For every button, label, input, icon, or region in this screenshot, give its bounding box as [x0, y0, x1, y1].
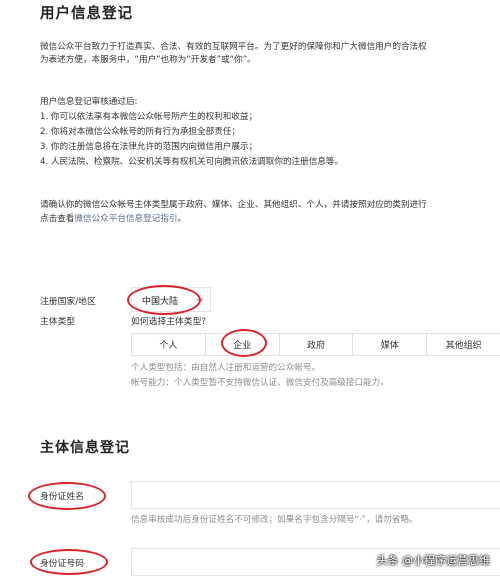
country-select[interactable]: 中国大陆 [131, 287, 211, 312]
review-item-1: 1. 你可以依法享有本微信公众帐号所产生的权利和收益； [40, 112, 258, 122]
confirm-text-line2: 点击查看微信公众平台信息登记指引。 [40, 212, 186, 226]
watermark: 头条 @小程序运营思维 [358, 552, 491, 568]
subject-option-personal[interactable]: 个人 [132, 334, 206, 355]
confirm-suffix: 。 [177, 214, 187, 224]
subject-option-enterprise[interactable]: 企业 [206, 334, 280, 355]
personal-type-ability: 帐号能力：个人类型暂不支持微信认证、微信支付及高级接口能力。 [131, 378, 389, 388]
section-title-subject-info: 主体信息登记 [40, 440, 130, 456]
review-item-4: 4. 人民法院、检察院、公安机关等有权机关可向腾讯依法调取你的注册信息等。 [40, 157, 344, 167]
subject-type-help-link[interactable]: 如何选择主体类型? [131, 314, 206, 327]
intro-text-line2: 为表述方便，本服务中，“用户”也称为“开发者”或“你”。 [40, 55, 256, 65]
personal-type-description: 个人类型包括：由自然人注册和运营的公众帐号。 [131, 363, 321, 373]
subject-type-tabs: 个人 企业 政府 媒体 其他组织 [131, 333, 500, 356]
confirm-prefix: 点击查看 [40, 214, 75, 224]
watermark-text: 头条 @小程序运营思维 [376, 554, 491, 567]
subject-option-media[interactable]: 媒体 [353, 334, 428, 355]
toutiao-icon [358, 554, 373, 566]
id-number-label: 身份证号码 [40, 559, 84, 569]
country-label: 注册国家/地区 [40, 297, 96, 307]
country-value: 中国大陆 [142, 297, 179, 307]
review-item-2: 2. 你将对本微信公众帐号的所有行为承担全部责任； [40, 127, 240, 137]
registration-guide-link[interactable]: 微信公众平台信息登记指引 [74, 214, 177, 224]
review-item-3: 3. 你的注册信息将在法律允许的范围内向微信用户展示； [40, 142, 258, 152]
confirm-text-line1: 请确认你的微信公众帐号主体类型属于政府、媒体、企业、其他组织、个人，并请按照对应… [40, 200, 427, 210]
intro-text-line1: 微信公众平台致力于打造真实、合法、有效的互联网平台。为了更好的保障你和广大微信用… [40, 42, 427, 52]
review-heading: 用户信息登记审核通过后: [40, 97, 138, 107]
chevron-down-icon [196, 298, 204, 303]
subject-option-government[interactable]: 政府 [280, 334, 354, 355]
id-name-label: 身份证姓名 [40, 492, 84, 502]
subject-option-other[interactable]: 其他组织 [427, 334, 500, 355]
subject-type-label: 主体类型 [40, 317, 76, 327]
id-name-input[interactable] [131, 481, 500, 509]
id-name-hint: 信息审核成功后身份证姓名不可修改；如果名字包含分隔号“·”，请勿省略。 [131, 515, 418, 525]
page-title: 用户信息登记 [40, 6, 133, 22]
